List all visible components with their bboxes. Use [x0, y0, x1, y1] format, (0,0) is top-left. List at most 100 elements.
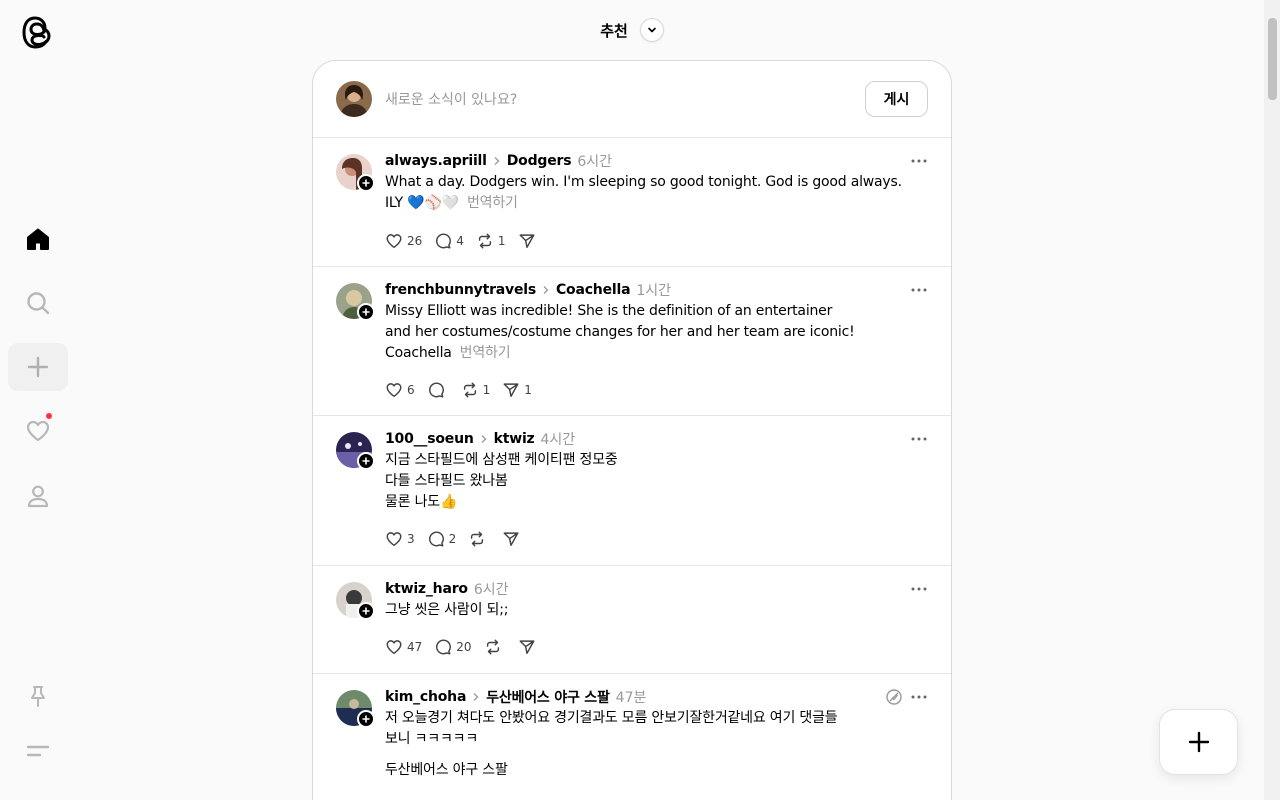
follow-button[interactable] — [357, 452, 375, 470]
share-icon — [519, 234, 535, 249]
search-icon — [27, 292, 50, 315]
nav-search-button[interactable] — [8, 279, 68, 327]
share-icon — [503, 383, 519, 398]
more-options-button[interactable] — [911, 280, 927, 300]
post[interactable]: 100__soeun ktwiz 4시간 지금 스타필드에 삼성팬 케이티팬 정… — [313, 416, 951, 566]
heart-icon — [386, 234, 402, 249]
post-text: 그냥 씻은 사람이 되;; — [385, 602, 509, 618]
post-extra-text: 두산베어스 야구 스팔 — [385, 762, 508, 778]
repost-button[interactable] — [468, 530, 490, 548]
repost-button[interactable]: 1 — [461, 381, 490, 399]
repost-icon — [471, 531, 484, 547]
share-icon — [519, 640, 535, 655]
post-community[interactable]: Coachella — [556, 282, 631, 298]
nav-menu-button[interactable] — [8, 727, 68, 775]
notification-dot — [45, 412, 53, 420]
post-actions: 3 2 — [385, 529, 536, 549]
comment-icon — [428, 531, 444, 547]
like-button[interactable]: 3 — [385, 530, 415, 548]
share-icon — [503, 532, 519, 547]
comment-button[interactable]: 2 — [427, 530, 456, 548]
more-icon[interactable] — [911, 695, 927, 699]
post[interactable]: always.apriill Dodgers 6시간 What a day. D… — [313, 138, 951, 267]
post-text: Missy Elliott was incredible! She is the… — [385, 303, 855, 361]
menu-icon — [26, 745, 50, 757]
repost-button[interactable] — [484, 638, 506, 656]
pin-icon — [31, 686, 45, 707]
sidebar — [0, 0, 76, 800]
more-options-button[interactable] — [911, 579, 927, 599]
like-button[interactable]: 47 — [385, 638, 422, 656]
more-options-button[interactable] — [911, 429, 927, 449]
post-button[interactable]: 게시 — [865, 81, 928, 117]
feed-title: 추천 — [600, 21, 628, 40]
chevron-down-icon — [647, 27, 656, 33]
repost-icon — [478, 233, 492, 249]
nav-profile-button[interactable] — [8, 472, 68, 520]
post-time[interactable]: 1시간 — [636, 280, 671, 300]
more-options-button[interactable] — [911, 151, 927, 171]
chevron-right-icon — [480, 434, 488, 444]
nav-home-button[interactable] — [8, 215, 68, 263]
comment-button[interactable]: 20 — [434, 638, 472, 656]
share-button[interactable] — [518, 638, 540, 656]
nav-activity-button[interactable] — [8, 407, 68, 455]
share-button[interactable] — [518, 232, 540, 250]
more-icon — [911, 159, 927, 163]
plus-icon — [362, 607, 370, 615]
chevron-right-icon — [493, 156, 501, 166]
follow-button[interactable] — [357, 303, 375, 321]
translate-link[interactable]: 번역하기 — [467, 195, 518, 211]
post-time[interactable]: 4시간 — [541, 429, 576, 449]
threads-logo-icon[interactable] — [20, 14, 56, 52]
post-community[interactable]: ktwiz — [494, 431, 535, 447]
plus-icon — [362, 179, 370, 187]
post-text: 지금 스타필드에 삼성팬 케이티팬 정모중 다들 스타필드 왔나봄 물론 나도👍 — [385, 452, 618, 510]
feed-switcher-button[interactable] — [639, 18, 664, 42]
more-icon — [911, 437, 927, 441]
post[interactable]: ktwiz_haro 6시간 그냥 씻은 사람이 되;; 47 20 — [313, 566, 951, 674]
post-username[interactable]: kim_choha — [385, 689, 466, 705]
post-community[interactable]: 두산베어스 야구 스팔 — [486, 687, 610, 707]
nav-create-button[interactable] — [8, 343, 68, 391]
follow-button[interactable] — [357, 710, 375, 728]
comment-button[interactable] — [427, 381, 449, 399]
post-username[interactable]: 100__soeun — [385, 431, 474, 447]
heart-icon — [26, 420, 50, 442]
follow-button[interactable] — [357, 174, 375, 192]
post[interactable]: frenchbunnytravels Coachella 1시간 Missy E… — [313, 267, 951, 416]
post-actions: 26 4 1 — [385, 231, 552, 251]
like-button[interactable]: 26 — [385, 232, 422, 250]
floating-create-button[interactable] — [1159, 709, 1238, 775]
share-button[interactable]: 1 — [502, 381, 532, 399]
scrollbar-thumb[interactable] — [1268, 18, 1277, 100]
post-time[interactable]: 6시간 — [474, 579, 509, 599]
post-text: What a day. Dodgers win. I'm sleeping so… — [385, 174, 902, 211]
post-username[interactable]: always.apriill — [385, 153, 487, 169]
avatar[interactable] — [336, 81, 372, 117]
post-username[interactable]: frenchbunnytravels — [385, 282, 536, 298]
chevron-right-icon — [472, 692, 480, 702]
share-button[interactable] — [502, 530, 524, 548]
repost-icon — [486, 639, 499, 655]
comment-button[interactable]: 4 — [434, 232, 464, 250]
translate-link[interactable]: 번역하기 — [460, 345, 511, 361]
composer[interactable]: 새로운 소식이 있나요? 게시 — [313, 61, 951, 138]
like-button[interactable]: 6 — [385, 381, 415, 399]
profile-icon — [27, 485, 49, 508]
more-icon — [911, 587, 927, 591]
new-post-input[interactable]: 새로운 소식이 있나요? — [385, 89, 865, 109]
scrollbar[interactable] — [1264, 0, 1280, 800]
plus-icon — [362, 715, 370, 723]
post-time[interactable]: 6시간 — [577, 151, 612, 171]
post-time[interactable]: 47분 — [616, 687, 647, 707]
post-actions: 6 1 1 — [385, 380, 544, 400]
repost-button[interactable]: 1 — [476, 232, 506, 250]
post-community[interactable]: Dodgers — [507, 153, 572, 169]
follow-button[interactable] — [357, 602, 375, 620]
not-interested-icon[interactable] — [885, 688, 903, 706]
heart-icon — [386, 640, 402, 655]
nav-pin-button[interactable] — [8, 672, 68, 720]
post-username[interactable]: ktwiz_haro — [385, 581, 468, 597]
post[interactable]: kim_choha 두산베어스 야구 스팔 47분 저 오늘경기 쳐다도 안봤어… — [313, 674, 951, 800]
